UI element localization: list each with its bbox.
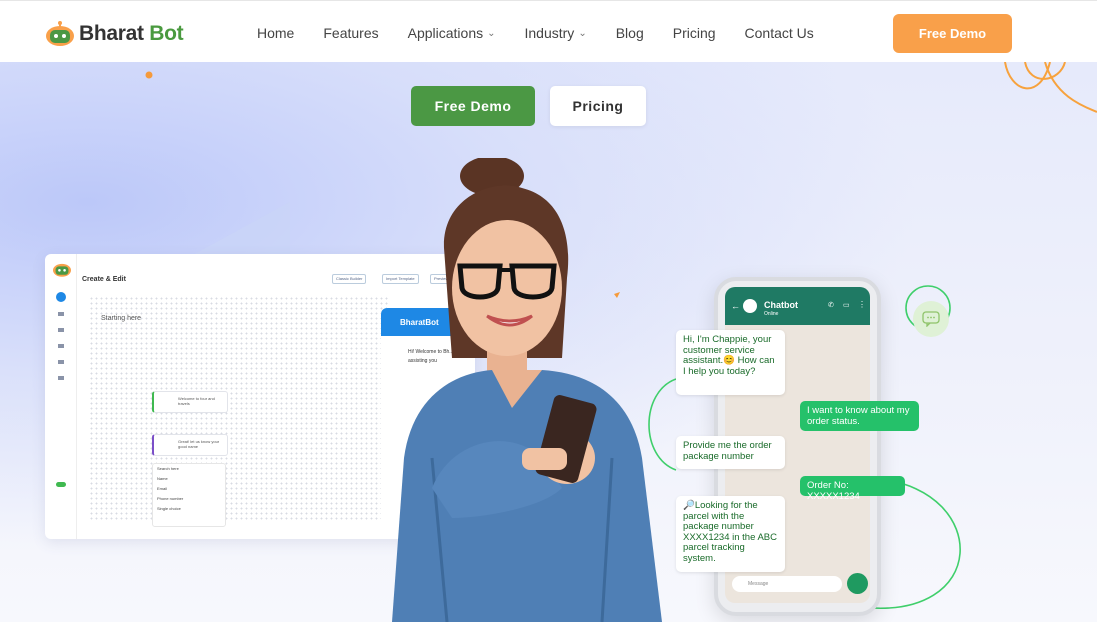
nav-contact-us[interactable]: Contact Us bbox=[745, 25, 814, 41]
mic-button[interactable] bbox=[847, 573, 868, 594]
builder-field-list: Search here Name Email Phone number Sing… bbox=[152, 463, 226, 527]
chat-bubble-icon bbox=[922, 311, 940, 327]
bot-avatar bbox=[743, 299, 757, 313]
hero-cta-group: Free Demo Pricing bbox=[411, 86, 646, 126]
robot-logo-icon bbox=[53, 263, 71, 277]
nav-applications[interactable]: Applications ⌄ bbox=[408, 25, 496, 41]
builder-chip: Classic Builder bbox=[332, 274, 367, 284]
sidebar-nav-icons bbox=[58, 312, 64, 392]
hero-pricing-button[interactable]: Pricing bbox=[550, 86, 646, 126]
nav-blog[interactable]: Blog bbox=[616, 25, 644, 41]
nav-home[interactable]: Home bbox=[257, 25, 294, 41]
chat-bubble-outgoing: I want to know about my order status. bbox=[800, 401, 919, 431]
phone-call-icon: ✆ bbox=[828, 302, 834, 309]
nav-free-demo-button[interactable]: Free Demo bbox=[893, 14, 1012, 53]
chevron-down-icon: ⌄ bbox=[578, 27, 587, 39]
back-arrow-icon: ← bbox=[731, 301, 740, 311]
builder-title: Create & Edit bbox=[82, 276, 126, 283]
video-call-icon: ▭ bbox=[843, 302, 850, 309]
builder-node: Great! let us know your good name bbox=[152, 434, 228, 456]
robot-logo-icon bbox=[46, 21, 74, 46]
chat-bubble-incoming: Provide me the order package number bbox=[676, 436, 785, 469]
chat-bubble-outgoing: Order No: XXXXX1234 bbox=[800, 476, 905, 501]
nav-pricing[interactable]: Pricing bbox=[673, 25, 716, 41]
builder-node: Welcome to four and travels bbox=[152, 391, 228, 413]
builder-start-label: Starting here bbox=[101, 315, 142, 322]
woman-with-phone-illustration bbox=[392, 158, 662, 622]
hero-free-demo-button[interactable]: Free Demo bbox=[411, 86, 535, 126]
chatbot-status: Online bbox=[764, 311, 779, 317]
message-input[interactable]: Message bbox=[732, 576, 842, 592]
nav-features[interactable]: Features bbox=[323, 25, 378, 41]
chatbot-name: Chatbot bbox=[764, 300, 798, 310]
brand-name: Bharat Bot bbox=[79, 22, 184, 45]
chat-header: ← Chatbot Online ✆ ▭ ⋮ bbox=[725, 287, 870, 325]
hero-section: Free Demo Pricing Create & Edit Classic … bbox=[0, 62, 1097, 622]
main-menu: Home Features Applications ⌄ Industry ⌄ Bl… bbox=[257, 25, 843, 41]
builder-canvas bbox=[89, 296, 389, 521]
nav-industry[interactable]: Industry ⌄ bbox=[525, 25, 587, 41]
chat-bubble-incoming: 🔎Looking for the parcel with the package… bbox=[676, 496, 785, 572]
more-options-icon: ⋮ bbox=[858, 300, 866, 309]
toggle-icon bbox=[56, 482, 66, 487]
top-navbar: Bharat Bot Home Features Applications ⌄ I… bbox=[0, 0, 1097, 62]
builder-sidebar bbox=[45, 254, 77, 539]
add-icon bbox=[56, 292, 66, 302]
chevron-down-icon: ⌄ bbox=[487, 27, 496, 39]
chat-bubble-incoming: Hi, I'm Chappie, your customer service a… bbox=[676, 330, 785, 395]
brand-logo[interactable]: Bharat Bot bbox=[45, 20, 184, 48]
